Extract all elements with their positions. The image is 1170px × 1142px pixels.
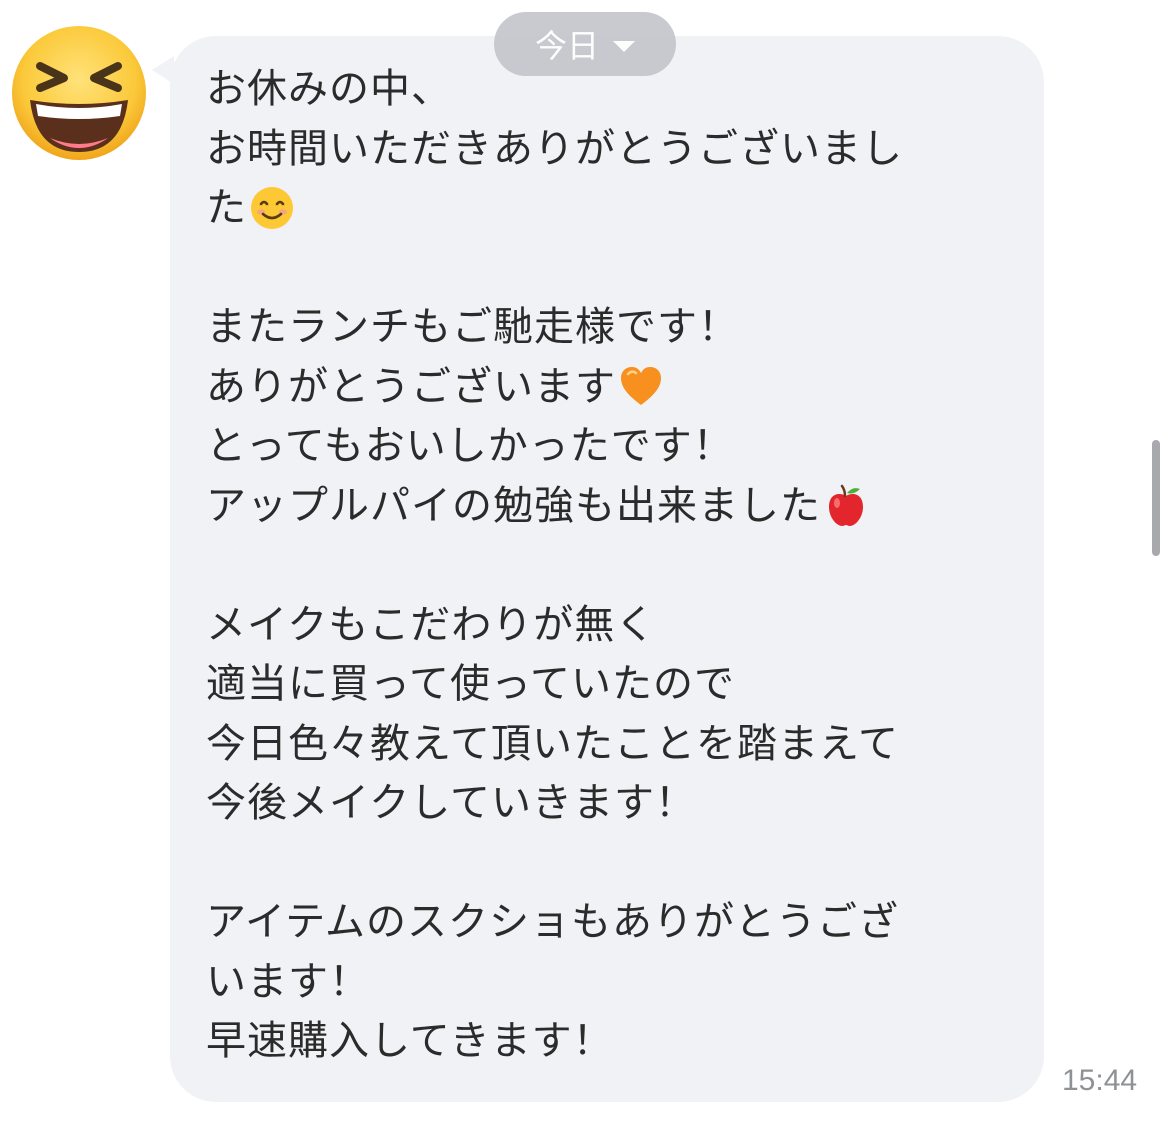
message-line-text: 今日色々教えて頂いたことを踏まえて bbox=[206, 720, 899, 767]
message-line-text: います！ bbox=[206, 958, 370, 1005]
message-line-text: アップルパイの勉強も出来ました bbox=[206, 482, 821, 529]
message-line-text: 早速購入してきます！ bbox=[206, 1018, 614, 1064]
message-line: アイテムのスクショもありがとうござ bbox=[206, 893, 1006, 953]
message-line: ありがとうございます bbox=[206, 358, 1006, 418]
message-line-text: 適当に買って使っていたので bbox=[206, 661, 735, 707]
message-line: た bbox=[206, 179, 1006, 239]
orange-heart-icon bbox=[618, 364, 664, 410]
message-line: 適当に買って使っていたので bbox=[206, 655, 1006, 715]
message-line-text: またランチもご馳走様です！ bbox=[206, 304, 739, 350]
message-line: 早速購入してきます！ bbox=[206, 1012, 1006, 1072]
date-selector[interactable]: 今日 bbox=[494, 12, 676, 76]
message-line-text: 今後メイクしていきます！ bbox=[206, 780, 696, 826]
message-line-text: た bbox=[206, 185, 247, 231]
message-line: 今後メイクしていきます！ bbox=[206, 774, 1006, 834]
date-label: 今日 bbox=[534, 27, 599, 65]
scrollbar[interactable] bbox=[1152, 440, 1160, 556]
message-line: メイクもこだわりが無く bbox=[206, 596, 1006, 656]
message-line: とってもおいしかったです！ bbox=[206, 417, 1006, 477]
chevron-down-icon bbox=[613, 40, 635, 52]
message-line-text: アイテムのスクショもありがとうござ bbox=[206, 899, 899, 945]
message-line bbox=[206, 239, 1006, 299]
message-line: お時間いただきありがとうございまし bbox=[206, 120, 1006, 180]
message-line bbox=[206, 834, 1006, 894]
grinning-squinting-face-icon bbox=[12, 26, 146, 160]
message-line: 今日色々教えて頂いたことを踏まえて bbox=[206, 715, 1006, 775]
message-line bbox=[206, 536, 1006, 596]
message-line: またランチもご馳走様です！ bbox=[206, 298, 1006, 358]
message-timestamp: 15:44 bbox=[1062, 1064, 1138, 1097]
message-text: お休みの中、お時間いただきありがとうございましたまたランチもご馳走様です！ ありが… bbox=[206, 60, 1006, 1072]
message-line-text: とってもおいしかったです！ bbox=[206, 423, 734, 469]
sender-avatar[interactable] bbox=[10, 24, 148, 162]
message-line-text: メイクもこだわりが無く bbox=[206, 601, 657, 648]
message-line: います！ bbox=[206, 953, 1006, 1013]
smiling-face-icon bbox=[249, 185, 295, 231]
red-apple-icon bbox=[823, 483, 869, 529]
message-line-text: お休みの中、 bbox=[206, 66, 452, 112]
chat-screen: お休みの中、お時間いただきありがとうございましたまたランチもご馳走様です！ ありが… bbox=[0, 0, 1170, 1142]
message-line: アップルパイの勉強も出来ました bbox=[206, 477, 1006, 537]
message-line-text: ありがとうございます bbox=[206, 363, 616, 410]
message-line-text: お時間いただきありがとうございまし bbox=[206, 125, 903, 172]
